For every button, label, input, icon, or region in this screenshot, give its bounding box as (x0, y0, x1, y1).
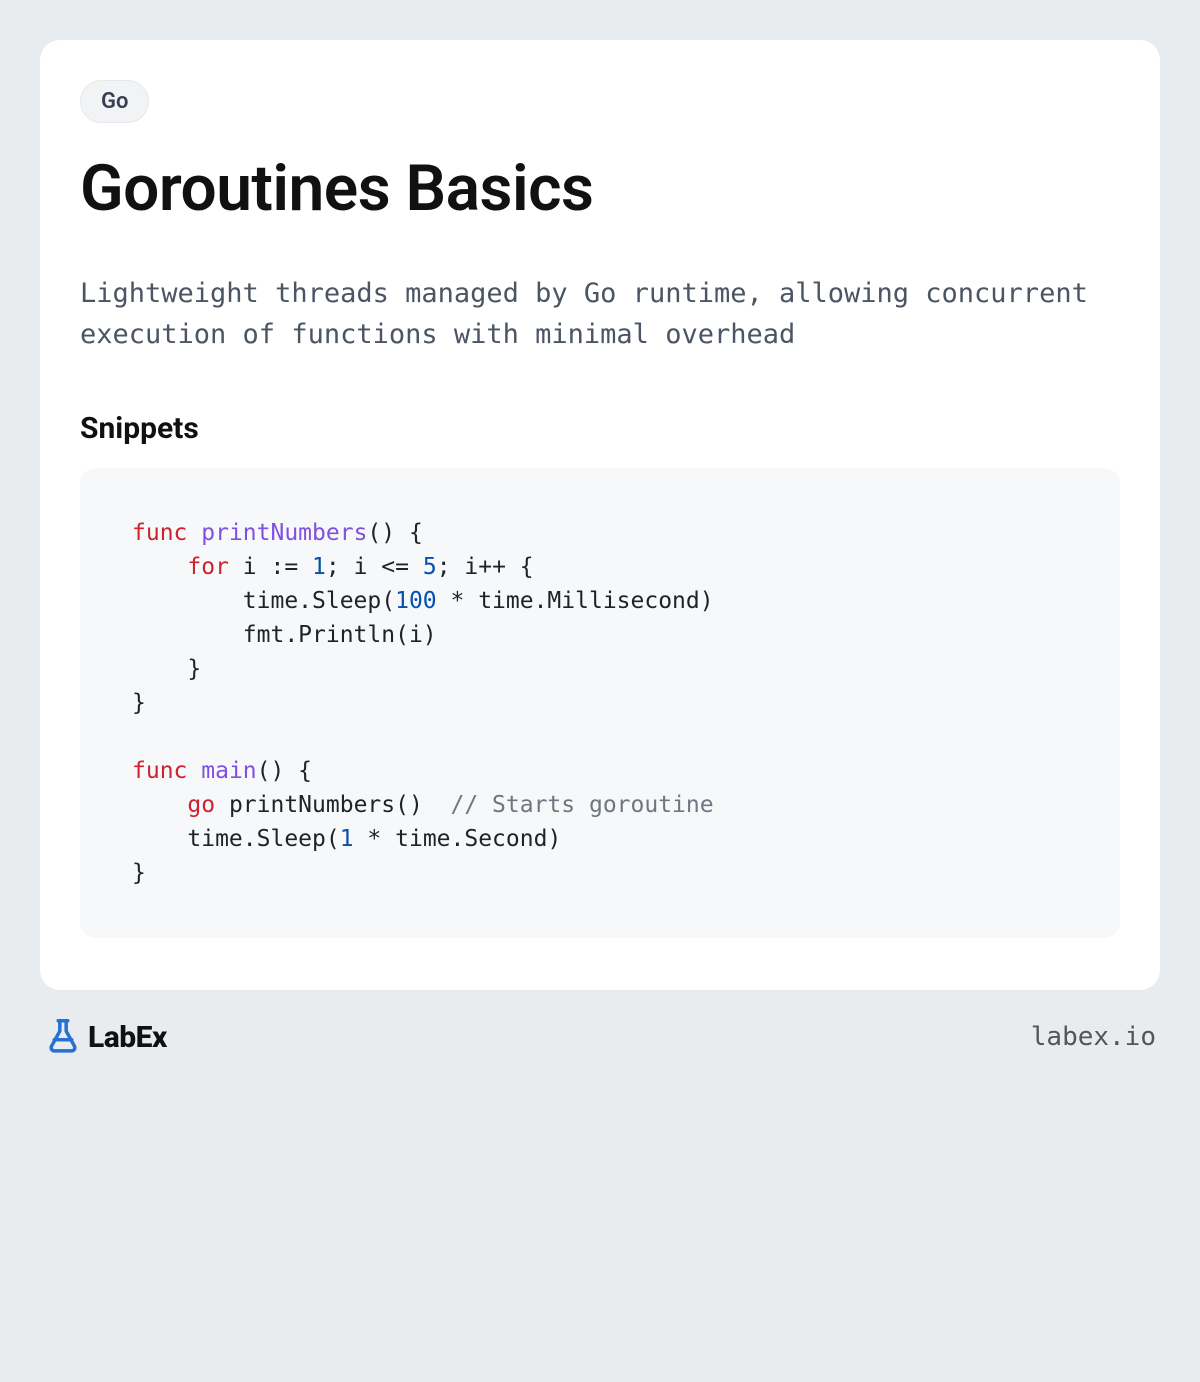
language-tag: Go (80, 80, 149, 123)
page-title: Goroutines Basics (80, 151, 1120, 226)
site-url: labex.io (1031, 1022, 1156, 1052)
page: Go Goroutines Basics Lightweight threads… (0, 0, 1200, 990)
code-snippet: func printNumbers() { for i := 1; i <= 5… (80, 468, 1120, 938)
flask-icon (44, 1016, 82, 1058)
brand-name: LabEx (88, 1020, 167, 1055)
snippets-heading: Snippets (80, 411, 1120, 446)
description: Lightweight threads managed by Go runtim… (80, 274, 1120, 355)
content-card: Go Goroutines Basics Lightweight threads… (40, 40, 1160, 990)
brand: LabEx (44, 1016, 167, 1058)
footer: LabEx labex.io (0, 990, 1200, 1086)
